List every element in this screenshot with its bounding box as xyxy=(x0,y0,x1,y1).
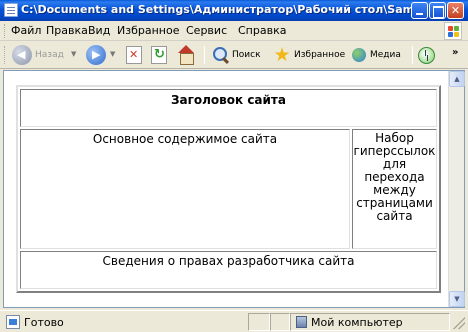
title-bar[interactable]: C:\Documents and Settings\Администратор\… xyxy=(0,0,468,21)
back-button-label[interactable]: Назад xyxy=(35,50,64,60)
status-panel xyxy=(248,313,270,331)
scroll-up-arrow-icon[interactable]: ▲ xyxy=(449,71,465,87)
home-icon[interactable] xyxy=(176,45,196,65)
standard-toolbar: Назад ▼ ▼ Поиск ★ Избранное Медиа » xyxy=(0,41,468,69)
menu-help[interactable]: Справка xyxy=(238,24,286,37)
menu-file[interactable]: Файл xyxy=(11,24,41,37)
menu-bar: Файл Правка Вид Избранное Сервис Справка xyxy=(0,21,468,41)
toolbar-overflow-chevron-icon[interactable]: » xyxy=(452,47,458,58)
status-panel xyxy=(270,313,290,331)
search-button-label[interactable]: Поиск xyxy=(232,50,261,60)
maximize-button[interactable] xyxy=(429,2,446,19)
toolbar-separator xyxy=(412,46,413,64)
menu-favorites[interactable]: Избранное xyxy=(117,24,179,37)
windows-logo-icon xyxy=(444,22,462,40)
security-zone-panel: Мой компьютер xyxy=(290,313,450,331)
site-footer-cell: Сведения о правах разработчика сайта xyxy=(20,251,437,289)
window-title: C:\Documents and Settings\Администратор\… xyxy=(21,3,413,16)
search-icon[interactable] xyxy=(210,45,230,65)
media-icon[interactable] xyxy=(349,45,369,65)
forward-arrow-icon[interactable] xyxy=(86,45,106,65)
computer-icon xyxy=(296,316,307,328)
menu-edit[interactable]: Правка xyxy=(46,24,88,37)
navigation-links-cell: Набор гиперссылок для перехода между стр… xyxy=(352,129,437,249)
layout-table: Заголовок сайта Основное содержимое сайт… xyxy=(16,85,441,293)
close-button[interactable]: ✕ xyxy=(447,2,464,19)
toolbar-separator xyxy=(204,46,205,64)
status-bar: Готово Мой компьютер xyxy=(0,310,468,332)
site-header-cell: Заголовок сайта xyxy=(20,89,437,127)
favorites-button-label[interactable]: Избранное xyxy=(294,50,345,60)
back-dropdown-icon[interactable]: ▼ xyxy=(71,50,76,58)
menu-view[interactable]: Вид xyxy=(88,24,110,37)
forward-dropdown-icon[interactable]: ▼ xyxy=(110,50,115,58)
status-text: Готово xyxy=(24,316,64,329)
menu-grip[interactable] xyxy=(4,24,7,38)
page-viewport[interactable]: Заголовок сайта Основное содержимое сайт… xyxy=(3,70,465,308)
vertical-scrollbar[interactable]: ▲ ▼ xyxy=(448,71,465,307)
scroll-down-arrow-icon[interactable]: ▼ xyxy=(449,291,465,307)
minimize-button[interactable] xyxy=(411,2,428,19)
back-arrow-icon[interactable] xyxy=(12,45,32,65)
main-content-cell: Основное содержимое сайта xyxy=(20,129,350,249)
resize-grip[interactable] xyxy=(453,317,465,329)
star-icon[interactable]: ★ xyxy=(272,45,292,65)
refresh-icon[interactable] xyxy=(151,46,167,64)
history-icon[interactable] xyxy=(416,45,436,65)
toolbar-grip[interactable] xyxy=(4,46,7,64)
stop-icon[interactable] xyxy=(126,46,142,64)
document-icon[interactable] xyxy=(4,3,18,17)
media-button-label[interactable]: Медиа xyxy=(370,50,401,60)
page-content: Заголовок сайта Основное содержимое сайт… xyxy=(16,85,441,293)
page-status-icon xyxy=(6,315,20,329)
menu-tools[interactable]: Сервис xyxy=(186,24,227,37)
security-zone-label: Мой компьютер xyxy=(311,316,403,329)
